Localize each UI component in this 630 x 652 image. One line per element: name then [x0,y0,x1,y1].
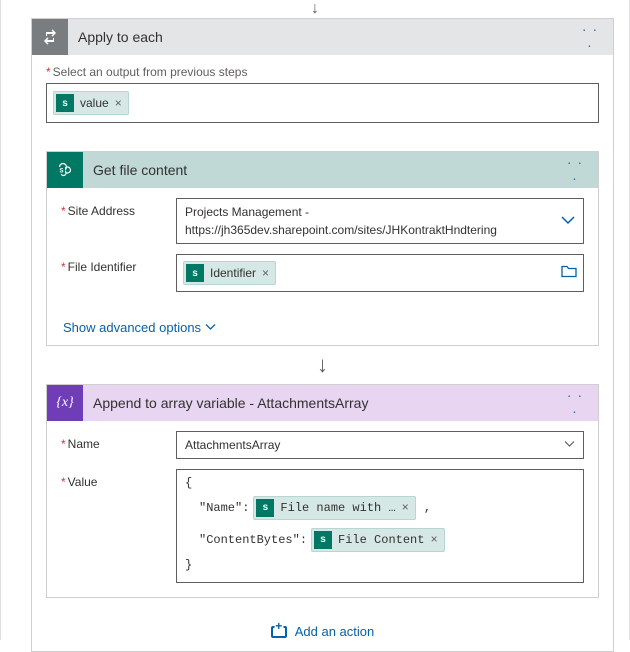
apply-to-each-body: *Select an output from previous steps s … [32,55,613,137]
sharepoint-icon: s [256,499,274,517]
sharepoint-icon: s [186,264,204,282]
svg-text:S: S [59,169,63,175]
file-identifier-label: *File Identifier [61,254,176,274]
apply-to-each-card: Apply to each · · · *Select an output fr… [31,18,614,652]
append-to-array-header[interactable]: {x} Append to array variable - Attachmen… [47,385,598,421]
chevron-down-icon [205,322,216,334]
value-label: *Value [61,469,176,489]
name-select[interactable]: AttachmentsArray [176,431,584,459]
get-file-content-title: Get file content [83,162,562,178]
site-address-dropdown-icon[interactable] [561,212,575,230]
append-to-array-card: {x} Append to array variable - Attachmen… [46,384,599,598]
append-to-array-menu[interactable]: · · · [562,387,588,419]
loop-icon [32,19,68,55]
folder-picker-icon[interactable] [561,265,577,282]
remove-token-icon[interactable]: × [262,266,269,280]
add-action-row: Add an action [32,598,613,651]
value-token[interactable]: s value × [53,91,129,115]
select-output-label: *Select an output from previous steps [46,65,599,79]
get-file-content-header[interactable]: S Get file content · · · [47,152,598,188]
append-to-array-title: Append to array variable - AttachmentsAr… [83,395,562,411]
chevron-down-icon[interactable] [564,440,575,451]
site-address-input[interactable]: Projects Management - https://jh365dev.s… [176,198,584,244]
variable-icon: {x} [47,385,83,421]
select-output-input[interactable]: s value × [46,83,599,123]
value-input[interactable]: { "Name": s File name with … × , "Co [176,469,584,583]
remove-token-icon[interactable]: × [430,533,437,547]
apply-to-each-title: Apply to each [68,29,577,45]
flow-arrow-in: ↓ [311,0,319,18]
get-file-content-menu[interactable]: · · · [562,154,588,186]
apply-to-each-menu[interactable]: · · · [577,21,603,53]
get-file-content-card: S Get file content · · · *Site Address P… [46,151,599,346]
remove-token-icon[interactable]: × [115,96,122,110]
identifier-token[interactable]: s Identifier × [183,261,276,285]
sharepoint-connector-icon: S [47,152,83,188]
show-advanced-options-link[interactable]: Show advanced options [63,320,216,335]
add-action-icon [271,626,287,638]
file-name-token[interactable]: s File name with … × [253,496,415,520]
sharepoint-icon: s [56,94,74,112]
remove-token-icon[interactable]: × [402,501,409,515]
apply-to-each-header[interactable]: Apply to each · · · [32,19,613,55]
flow-arrow-middle: ↓ [32,346,613,384]
site-address-label: *Site Address [61,198,176,218]
file-content-token[interactable]: s File Content × [311,528,445,552]
name-label: *Name [61,431,176,451]
sharepoint-icon: s [314,531,332,549]
file-identifier-input[interactable]: s Identifier × [176,254,584,292]
